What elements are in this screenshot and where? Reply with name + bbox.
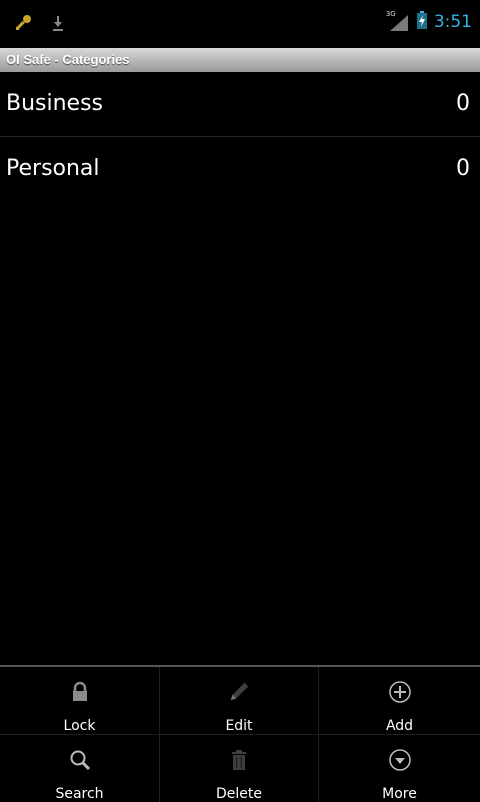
search-icon (68, 748, 92, 772)
signal-icon: 3G (386, 10, 410, 32)
battery-icon (416, 10, 428, 34)
menu-label: Lock (63, 718, 96, 734)
status-clock: 3:51 (433, 12, 472, 32)
category-count: 0 (456, 156, 470, 181)
delete-button[interactable]: Delete (160, 735, 319, 802)
chevron-down-circle-icon (388, 748, 412, 772)
add-button[interactable]: Add (319, 667, 480, 735)
category-name: Business (6, 91, 104, 116)
status-icons: 3G 3:51 (386, 10, 472, 34)
category-list: Business 0 Personal 0 (0, 72, 480, 201)
more-button[interactable]: More (319, 735, 480, 802)
list-item-personal[interactable]: Personal 0 (0, 137, 480, 201)
search-button[interactable]: Search (0, 735, 160, 802)
page-title: OI Safe - Categories (0, 48, 480, 72)
plus-circle-icon (388, 680, 412, 704)
status-bar: 3G 3:51 (0, 0, 480, 48)
menu-label: Edit (225, 718, 253, 734)
category-count: 0 (456, 91, 470, 116)
notification-icons (12, 12, 68, 38)
options-menu: Lock Edit Add Search Delete More (0, 665, 480, 802)
list-item-business[interactable]: Business 0 (0, 72, 480, 137)
download-icon (48, 13, 68, 37)
edit-button[interactable]: Edit (160, 667, 319, 735)
trash-icon (227, 748, 251, 772)
pencil-icon (227, 680, 251, 704)
lock-button[interactable]: Lock (0, 667, 160, 735)
key-icon (12, 12, 34, 38)
lock-icon (68, 680, 92, 704)
menu-label: Add (385, 718, 414, 734)
category-name: Personal (6, 156, 100, 181)
